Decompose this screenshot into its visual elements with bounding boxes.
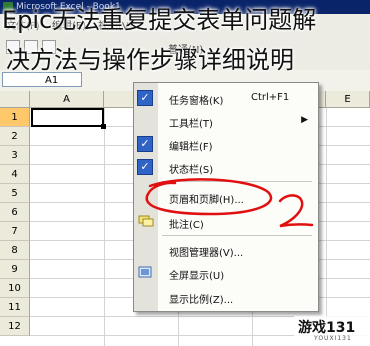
comment-icon: [138, 215, 154, 228]
menu-item-task-pane[interactable]: ✓ 任务窗格(K) Ctrl+F1: [134, 87, 318, 109]
check-icon: ✓: [137, 90, 153, 106]
watermark: 游戏131 YOUXI131: [294, 316, 370, 346]
row-header-3[interactable]: 3: [0, 146, 30, 165]
row-header-5[interactable]: 5: [0, 184, 30, 203]
check-icon: ✓: [137, 159, 153, 175]
fullscreen-icon: [138, 266, 152, 279]
grid-line: [104, 108, 105, 346]
row-header-7[interactable]: 7: [0, 222, 30, 241]
caption-line-1: Epic无法重复提交表单问题解: [2, 6, 317, 34]
menu-item-label: 编辑栏(F): [169, 142, 213, 153]
watermark-sub: YOUXI131: [314, 335, 352, 342]
menu-item-formula-bar[interactable]: ✓ 编辑栏(F): [134, 133, 318, 155]
menu-separator: [162, 181, 312, 182]
menu-item-label: 显示比例(Z)...: [169, 295, 234, 306]
menu-item-view-manager[interactable]: 视图管理器(V)...: [134, 239, 318, 261]
view-menu-dropdown: ✓ 任务窗格(K) Ctrl+F1 工具栏(T) ▶ ✓ 编辑栏(F) ✓ 状态…: [133, 82, 319, 312]
selected-cell-a1[interactable]: [31, 108, 106, 129]
submenu-arrow-icon: ▶: [301, 115, 308, 125]
row-header-6[interactable]: 6: [0, 203, 30, 222]
menu-item-label: 工具栏(T): [169, 119, 213, 130]
menu-item-label: 批注(C): [169, 220, 204, 231]
menu-item-full-screen[interactable]: 全屏显示(U): [134, 262, 318, 284]
row-header-12[interactable]: 12: [0, 317, 30, 336]
caption-line-2: 决方法与操作步骤详细说明: [6, 46, 294, 74]
row-header-10[interactable]: 10: [0, 279, 30, 298]
column-header-a[interactable]: A: [30, 91, 104, 108]
menu-item-label: 页眉和页脚(H)...: [169, 195, 244, 206]
row-header-2[interactable]: 2: [0, 127, 30, 146]
menu-item-zoom[interactable]: 显示比例(Z)...: [134, 286, 318, 308]
grid-line: [326, 108, 327, 346]
row-header-8[interactable]: 8: [0, 241, 30, 260]
menu-item-toolbars[interactable]: 工具栏(T) ▶: [134, 110, 318, 132]
menu-item-label: 视图管理器(V)...: [169, 248, 244, 259]
check-icon: ✓: [137, 136, 153, 152]
menu-item-header-footer[interactable]: 页眉和页脚(H)...: [134, 186, 318, 208]
menu-item-label: 状态栏(S): [169, 165, 214, 176]
menu-item-status-bar[interactable]: ✓ 状态栏(S): [134, 156, 318, 178]
menu-separator: [162, 235, 312, 236]
select-all-corner[interactable]: [0, 91, 30, 108]
watermark-brand: 游戏131: [298, 320, 356, 336]
row-header-4[interactable]: 4: [0, 165, 30, 184]
menu-item-comments[interactable]: 批注(C): [134, 211, 318, 233]
column-header-e[interactable]: E: [326, 91, 370, 108]
row-header-9[interactable]: 9: [0, 260, 30, 279]
row-header-1[interactable]: 1: [0, 108, 30, 127]
row-header-11[interactable]: 11: [0, 298, 30, 317]
menu-item-label: 任务窗格(K): [169, 96, 224, 107]
menu-item-shortcut: Ctrl+F1: [251, 92, 290, 103]
menu-item-label: 全屏显示(U): [169, 271, 225, 282]
